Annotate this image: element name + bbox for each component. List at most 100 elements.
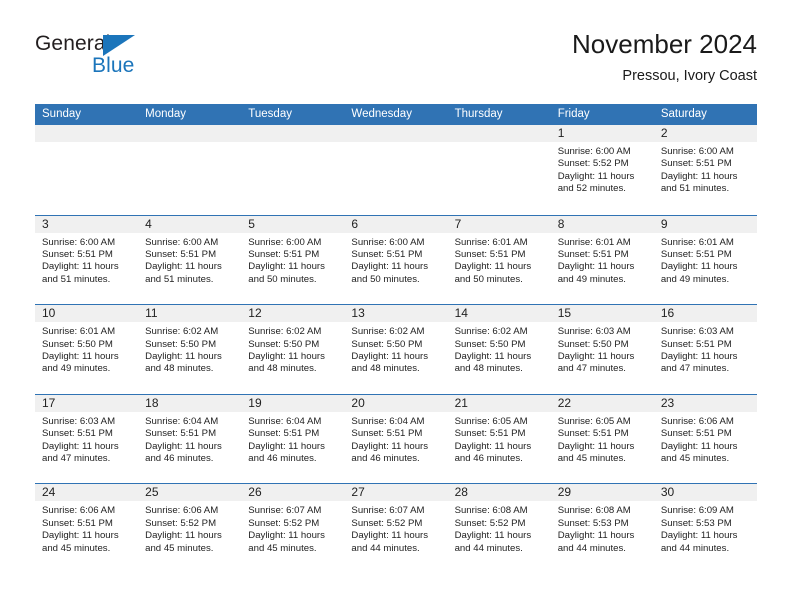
daylight-text-line1: Daylight: 11 hours (248, 351, 325, 362)
sunset-text: Sunset: 5:53 PM (660, 517, 732, 529)
day-number: 27 (351, 485, 365, 500)
day-cell-5[interactable]: 5 Sunrise: 6:00 AM Sunset: 5:51 PM Daylight… (241, 215, 345, 305)
day-number: 22 (557, 395, 572, 410)
sunrise-text: Sunrise: 6:02 AM (145, 326, 219, 338)
daylight-text-line1: Daylight: 11 hours (248, 440, 325, 452)
sunrise-text: Sunrise: 6:04 AM (145, 415, 219, 427)
daylight-text-line1: Daylight: 11 hours (557, 170, 635, 182)
day-cell-18[interactable]: 18 Sunrise: 6:04 AM Sunset: 5:51 PM Dayligh… (138, 394, 242, 484)
sunrise-text: Sunrise: 6:01 AM (660, 236, 734, 248)
sunset-text: Sunset: 5:51 PM (248, 249, 320, 260)
calendar-week-row: 1 Sunrise: 6:00 AM Sunset: 5:52 PM Daylight… (35, 125, 757, 215)
day-cell-6[interactable]: 6 Sunrise: 6:00 AM Sunset: 5:51 PM Daylight… (344, 215, 448, 305)
day-cell-20[interactable]: 20 Sunrise: 6:04 AM Sunset: 5:51 PM Dayligh… (344, 394, 448, 484)
daylight-text-line1: Daylight: 11 hours (351, 261, 429, 273)
day-cell-4[interactable]: 4 Sunrise: 6:00 AM Sunset: 5:51 PM Daylight… (138, 215, 242, 305)
day-cell-16[interactable]: 16 Sunrise: 6:03 AM Sunset: 5:51 PM Dayligh… (653, 305, 757, 394)
sunrise-text: Sunrise: 6:05 AM (557, 415, 631, 427)
page-header: General Blue November 2024 Pressou, Ivor… (35, 28, 757, 96)
logo-text-blue: Blue (92, 54, 135, 77)
sunrise-text: Sunrise: 6:00 AM (660, 146, 734, 157)
day-cell-30[interactable]: 30 Sunrise: 6:09 AM Sunset: 5:53 PM Dayligh… (653, 484, 757, 573)
day-info: Sunrise: 6:06 AM Sunset: 5:51 PM Daylight:… (654, 412, 757, 466)
day-cell-2[interactable]: 2 Sunrise: 6:00 AM Sunset: 5:51 PM Daylight… (653, 125, 757, 215)
sunrise-text: Sunrise: 6:06 AM (145, 505, 219, 517)
day-cell-empty (35, 125, 139, 215)
daylight-text-line2: and 46 minutes. (454, 453, 523, 464)
day-cell-19[interactable]: 19 Sunrise: 6:04 AM Sunset: 5:51 PM Dayligh… (241, 394, 345, 484)
day-cell-21[interactable]: 21 Sunrise: 6:05 AM Sunset: 5:51 PM Dayligh… (447, 394, 551, 484)
day-number: 18 (145, 395, 159, 410)
day-cell-22[interactable]: 22 Sunrise: 6:05 AM Sunset: 5:51 PM Dayligh… (550, 394, 654, 484)
day-number-band: 7 (447, 215, 551, 233)
day-cell-7[interactable]: 7 Sunrise: 6:01 AM Sunset: 5:51 PM Daylight… (447, 215, 551, 305)
day-number-band: 3 (35, 215, 139, 233)
daylight-text-line2: and 51 minutes. (660, 183, 730, 195)
day-info: Sunrise: 6:08 AM Sunset: 5:53 PM Daylight:… (551, 501, 654, 555)
day-cell-12[interactable]: 12 Sunrise: 6:02 AM Sunset: 5:50 PM Dayligh… (241, 305, 345, 394)
day-cell-15[interactable]: 15 Sunrise: 6:03 AM Sunset: 5:50 PM Dayligh… (550, 305, 654, 394)
sunset-text: Sunset: 5:52 PM (248, 517, 320, 529)
title-block: November 2024 Pressou, Ivory Coast (572, 28, 757, 87)
day-cell-28[interactable]: 28 Sunrise: 6:08 AM Sunset: 5:52 PM Dayligh… (447, 484, 551, 573)
day-cell-11[interactable]: 11 Sunrise: 6:02 AM Sunset: 5:50 PM Dayligh… (138, 305, 242, 394)
sunrise-text: Sunrise: 6:00 AM (351, 236, 425, 248)
sunrise-text: Sunrise: 6:02 AM (454, 326, 528, 338)
day-cell-14[interactable]: 14 Sunrise: 6:02 AM Sunset: 5:50 PM Dayligh… (447, 305, 551, 394)
daylight-text-line1: Daylight: 11 hours (557, 351, 635, 362)
sunset-text: Sunset: 5:51 PM (145, 249, 217, 260)
day-cell-24[interactable]: 24 Sunrise: 6:06 AM Sunset: 5:51 PM Dayligh… (35, 484, 139, 573)
daylight-text-line2: and 49 minutes. (42, 363, 111, 375)
day-number: 12 (248, 306, 262, 321)
weekday-header-sunday: Sunday (42, 108, 82, 120)
day-number-band (138, 125, 242, 142)
sunrise-text: Sunrise: 6:02 AM (248, 326, 322, 338)
day-number: 16 (660, 306, 675, 321)
day-number-band: 25 (138, 484, 242, 502)
day-cell-23[interactable]: 23 Sunrise: 6:06 AM Sunset: 5:51 PM Dayligh… (653, 394, 757, 484)
day-cell-27[interactable]: 27 Sunrise: 6:07 AM Sunset: 5:52 PM Dayligh… (344, 484, 448, 573)
sunset-text: Sunset: 5:51 PM (454, 249, 526, 260)
day-info: Sunrise: 6:05 AM Sunset: 5:51 PM Daylight:… (551, 412, 654, 466)
day-number-band: 29 (550, 484, 654, 502)
day-info: Sunrise: 6:01 AM Sunset: 5:50 PM Daylight:… (35, 322, 138, 376)
daylight-text-line2: and 49 minutes. (557, 273, 626, 285)
daylight-text-line1: Daylight: 11 hours (42, 440, 119, 452)
day-info: Sunrise: 6:00 AM Sunset: 5:51 PM Daylight:… (654, 142, 757, 196)
day-cell-3[interactable]: 3 Sunrise: 6:00 AM Sunset: 5:51 PM Daylight… (35, 215, 139, 305)
day-number-band: 6 (344, 215, 448, 233)
day-cell-1[interactable]: 1 Sunrise: 6:00 AM Sunset: 5:52 PM Daylight… (550, 125, 654, 215)
day-number: 17 (42, 395, 56, 410)
sunrise-text: Sunrise: 6:01 AM (42, 326, 116, 338)
day-number-band: 14 (447, 305, 551, 323)
general-blue-logo[interactable]: General Blue (35, 32, 165, 84)
sunset-text: Sunset: 5:51 PM (42, 428, 113, 440)
day-cell-9[interactable]: 9 Sunrise: 6:01 AM Sunset: 5:51 PM Daylight… (653, 215, 757, 305)
day-number: 19 (248, 395, 262, 410)
logo-text-general: General (35, 32, 111, 55)
sunrise-text: Sunrise: 6:02 AM (351, 326, 425, 338)
day-number-band: 28 (447, 484, 551, 502)
sunset-text: Sunset: 5:51 PM (557, 249, 629, 260)
sunrise-text: Sunrise: 6:06 AM (660, 415, 734, 427)
day-cell-13[interactable]: 13 Sunrise: 6:02 AM Sunset: 5:50 PM Dayligh… (344, 305, 448, 394)
day-number: 6 (351, 216, 359, 231)
day-cell-17[interactable]: 17 Sunrise: 6:03 AM Sunset: 5:51 PM Dayligh… (35, 394, 139, 484)
day-cell-10[interactable]: 10 Sunrise: 6:01 AM Sunset: 5:50 PM Dayligh… (35, 305, 139, 394)
day-cell-29[interactable]: 29 Sunrise: 6:08 AM Sunset: 5:53 PM Dayligh… (550, 484, 654, 573)
day-cell-26[interactable]: 26 Sunrise: 6:07 AM Sunset: 5:52 PM Dayligh… (241, 484, 345, 573)
daylight-text-line2: and 45 minutes. (660, 453, 730, 464)
daylight-text-line2: and 48 minutes. (145, 363, 214, 375)
day-cell-8[interactable]: 8 Sunrise: 6:01 AM Sunset: 5:51 PM Daylight… (550, 215, 654, 305)
day-info: Sunrise: 6:05 AM Sunset: 5:51 PM Daylight:… (448, 412, 551, 466)
day-info: Sunrise: 6:04 AM Sunset: 5:51 PM Daylight:… (138, 412, 241, 466)
daylight-text-line1: Daylight: 11 hours (660, 261, 738, 273)
day-number: 20 (351, 395, 365, 410)
daylight-text-line2: and 51 minutes. (145, 273, 214, 285)
sunset-text: Sunset: 5:51 PM (145, 428, 217, 440)
sunrise-text: Sunrise: 6:00 AM (145, 236, 219, 248)
day-cell-25[interactable]: 25 Sunrise: 6:06 AM Sunset: 5:52 PM Dayligh… (138, 484, 242, 573)
sunrise-text: Sunrise: 6:06 AM (42, 505, 116, 517)
sunrise-text: Sunrise: 6:00 AM (557, 146, 631, 157)
daylight-text-line1: Daylight: 11 hours (351, 530, 429, 542)
